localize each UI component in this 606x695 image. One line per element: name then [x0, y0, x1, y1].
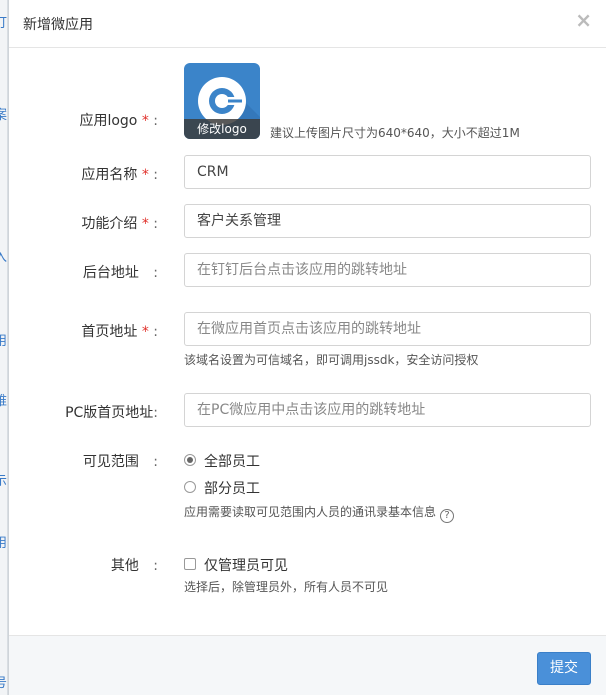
dialog-title: 新增微应用	[23, 17, 93, 33]
home-url-input[interactable]: 在微应用首页点击该应用的跳转地址	[184, 312, 591, 346]
app-logo-upload[interactable]: 修改logo	[184, 63, 260, 139]
visibility-label: 可见范围 :	[82, 454, 158, 470]
description-label: 功能介绍 * :	[81, 216, 158, 232]
background-text: 维	[0, 390, 7, 409]
visibility-partial-radio[interactable]	[184, 481, 196, 493]
background-text: 入	[0, 246, 7, 265]
visibility-partial-label[interactable]: 部分员工	[204, 478, 260, 498]
admin-url-input[interactable]: 在钉钉后台点击该应用的跳转地址	[184, 253, 591, 287]
admin-only-label[interactable]: 仅管理员可见	[204, 555, 288, 575]
background-text: 案	[0, 104, 7, 123]
home-url-label: 首页地址 * :	[81, 324, 158, 340]
pc-home-url-label: PC版首页地址:	[65, 405, 158, 421]
background-page: 订 案 入 用 维 示 用 号	[0, 0, 8, 695]
other-label: 其他 :	[110, 558, 158, 574]
admin-only-hint: 选择后，除管理员外，所有人员不可见	[184, 580, 389, 594]
visibility-all-label[interactable]: 全部员工	[204, 451, 260, 471]
background-text: 订	[0, 12, 7, 31]
logo-hint: 建议上传图片尺寸为640*640，大小不超过1M	[270, 126, 520, 140]
home-url-hint: 该域名设置为可信域名，即可调用jssdk，安全访问授权	[184, 353, 479, 367]
app-name-input[interactable]: CRM	[184, 155, 591, 189]
background-text: 号	[0, 672, 7, 691]
pc-home-url-input[interactable]: 在PC微应用中点击该应用的跳转地址	[184, 393, 591, 427]
close-icon[interactable]: ×	[575, 10, 592, 30]
edit-logo-button[interactable]: 修改logo	[184, 119, 260, 139]
app-name-label: 应用名称 * :	[81, 167, 158, 183]
visibility-all-radio[interactable]	[184, 454, 196, 466]
background-text: 用	[0, 532, 7, 551]
admin-url-label: 后台地址 :	[82, 265, 158, 281]
help-icon[interactable]: ?	[440, 509, 455, 523]
dialog-footer: 提交	[9, 635, 606, 695]
admin-only-checkbox[interactable]	[184, 558, 196, 570]
visibility-hint: 应用需要读取可见范围内人员的通讯录基本信息?	[184, 503, 455, 523]
background-text: 用	[0, 330, 7, 349]
add-micro-app-dialog: 新增微应用 × 应用logo * : 修改logo 建议上传图片尺寸为640*6…	[8, 0, 606, 695]
description-input[interactable]: 客户关系管理	[184, 204, 591, 238]
background-text: 示	[0, 470, 7, 489]
submit-button[interactable]: 提交	[537, 652, 591, 685]
logo-label: 应用logo * :	[79, 113, 158, 129]
dialog-header: 新增微应用 ×	[9, 0, 606, 48]
